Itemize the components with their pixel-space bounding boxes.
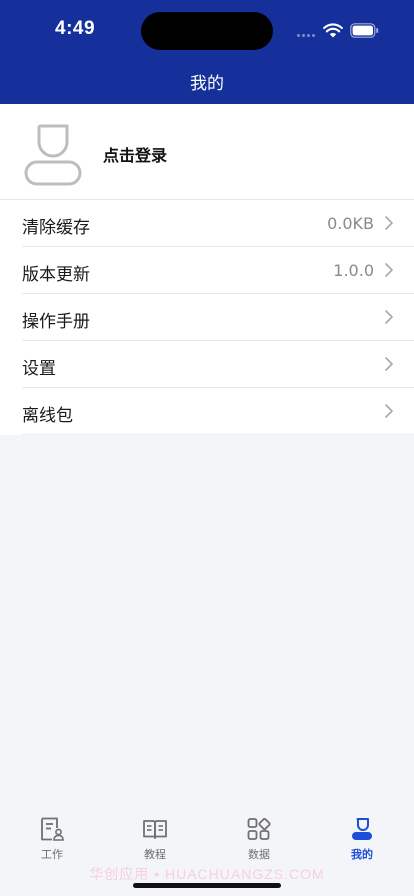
tab-mine[interactable]: 我的	[310, 816, 414, 868]
tab-work[interactable]: 工作	[0, 816, 104, 868]
user-profile-icon	[352, 818, 372, 840]
menu-item-label: 设置	[22, 359, 56, 379]
login-label: 点击登录	[103, 146, 168, 165]
status-time: 4:49	[55, 18, 96, 39]
tab-label: 我的	[351, 848, 373, 861]
tab-label: 工作	[41, 848, 63, 861]
menu-item-offline-package[interactable]: 离线包	[22, 388, 414, 435]
wifi-icon	[323, 23, 343, 38]
top-bar: 4:49 我的	[0, 0, 414, 104]
book-icon	[143, 820, 167, 839]
menu-item-settings[interactable]: 设置	[22, 341, 414, 388]
tab-tutorial[interactable]: 教程	[103, 816, 207, 868]
chevron-right-icon	[385, 310, 393, 324]
cache-size-value: 0.0KB	[327, 214, 374, 233]
avatar-placeholder-icon	[24, 124, 82, 186]
menu-item-clear-cache[interactable]: 清除缓存 0.0KB	[22, 200, 414, 247]
tab-label: 教程	[144, 848, 166, 861]
menu-item-label: 操作手册	[22, 312, 90, 332]
tab-data[interactable]: 数据	[207, 816, 311, 868]
chevron-right-icon	[385, 263, 393, 277]
page-title: 我的	[190, 74, 224, 94]
settings-menu: 清除缓存 0.0KB 版本更新 1.0.0 操作手册 设置 离线包	[0, 200, 414, 435]
dynamic-island	[141, 12, 273, 50]
menu-item-label: 离线包	[22, 406, 73, 426]
tab-label: 数据	[248, 848, 270, 861]
login-row[interactable]: 点击登录	[0, 104, 414, 200]
home-indicator	[133, 883, 281, 888]
chevron-right-icon	[385, 404, 393, 418]
chevron-right-icon	[385, 357, 393, 371]
menu-item-user-manual[interactable]: 操作手册	[22, 294, 414, 341]
menu-item-version-update[interactable]: 版本更新 1.0.0	[22, 247, 414, 294]
version-value: 1.0.0	[333, 261, 374, 280]
cellular-signal-icon	[297, 34, 319, 38]
menu-item-label: 清除缓存	[22, 218, 90, 238]
grid-data-icon	[247, 817, 271, 840]
work-document-icon	[41, 817, 64, 841]
battery-icon	[350, 23, 379, 38]
menu-item-label: 版本更新	[22, 265, 90, 285]
chevron-right-icon	[385, 216, 393, 230]
watermark: 华创应用 • HUACHUANGZS.COM	[89, 866, 325, 882]
